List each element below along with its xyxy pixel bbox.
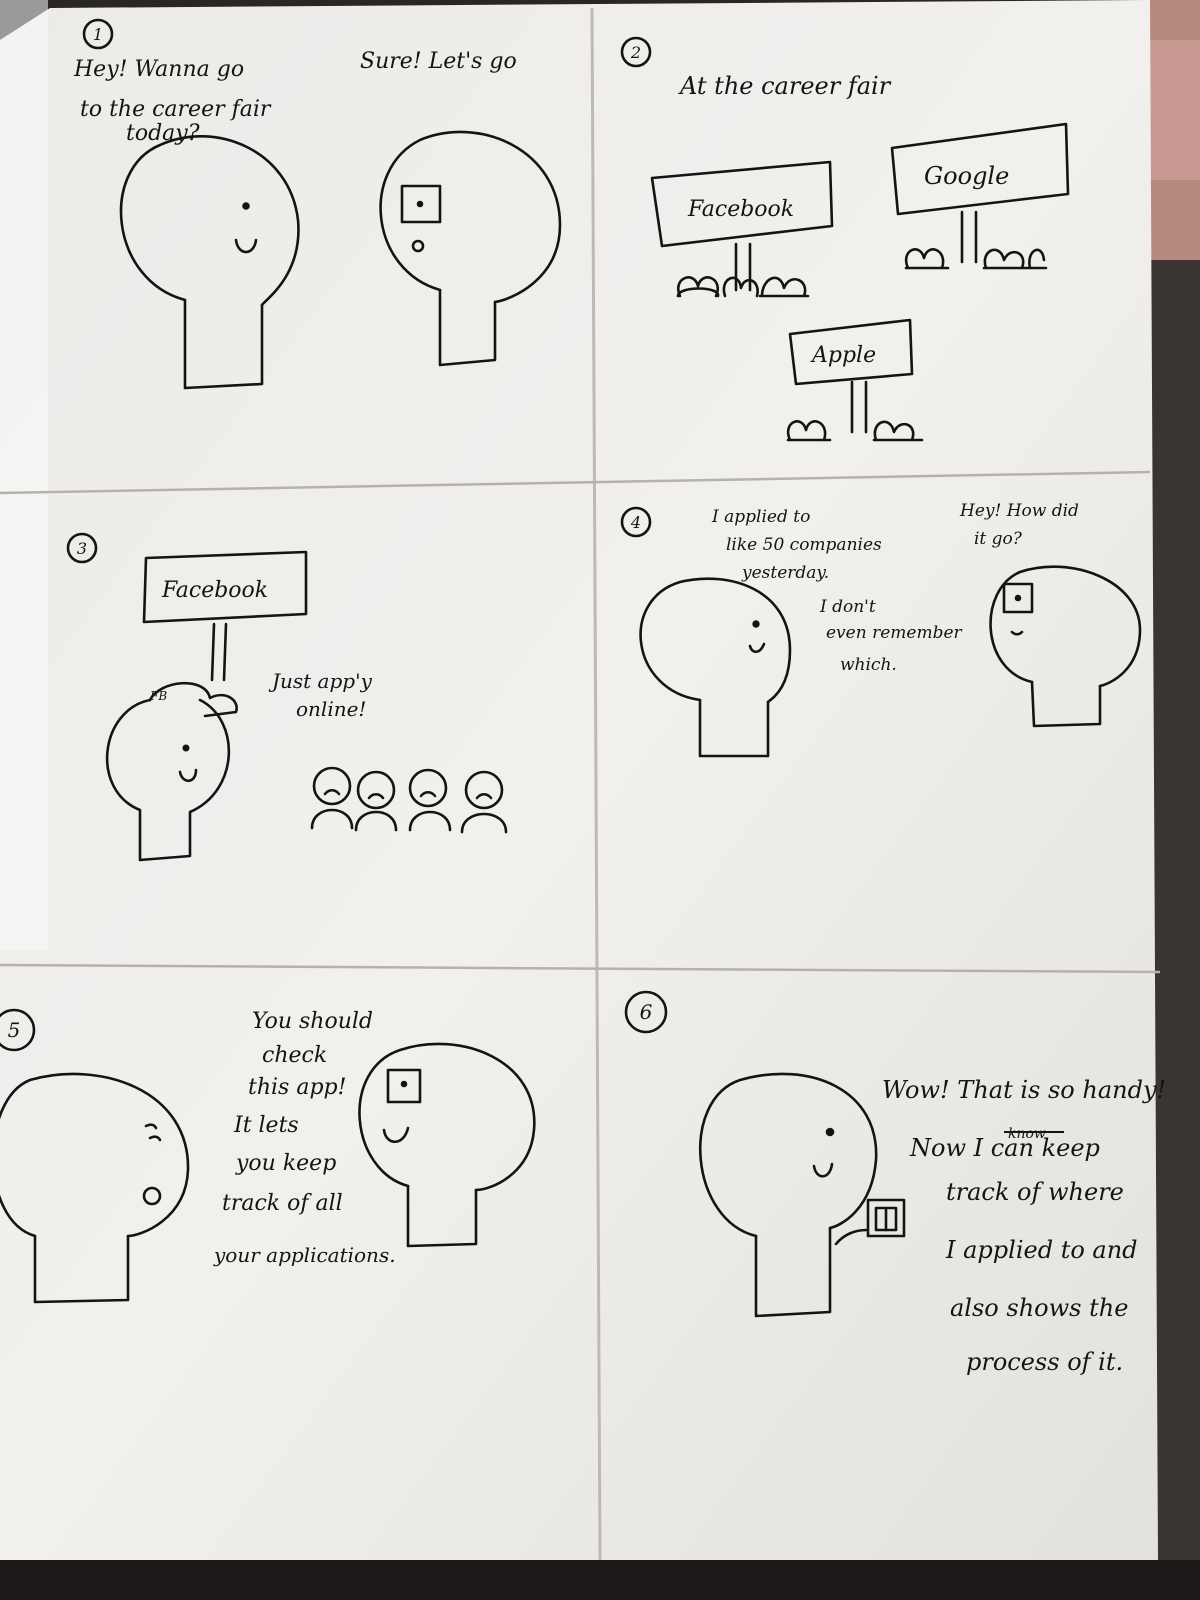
speech-line: track of all [222, 1191, 343, 1216]
panel-number: 2 [630, 43, 641, 62]
speech-line: which. [840, 655, 897, 675]
speech-line: you keep [235, 1151, 336, 1176]
speech-line: I applied to and [945, 1236, 1138, 1264]
speech-line: like 50 companies [726, 535, 882, 555]
dark-edge [1150, 260, 1200, 1600]
speech-line: Hey! How did [959, 501, 1079, 521]
panel-number: 1 [93, 25, 103, 44]
speech-line: to the career fair [80, 97, 272, 122]
speech-line: Now I can keep [909, 1134, 1100, 1162]
panel-number: 3 [77, 539, 87, 558]
booth-label: Facebook [161, 578, 268, 603]
speech-line: it go? [974, 529, 1023, 549]
speech-line: process of it. [966, 1348, 1123, 1376]
speech-line: It lets [233, 1113, 299, 1138]
speech-line: Wow! That is so handy! [882, 1076, 1166, 1104]
speech-line: this app! [248, 1075, 346, 1100]
speech-line: I don't [819, 597, 876, 617]
cap-label: FB [149, 689, 167, 703]
speech-line: online! [296, 697, 366, 721]
speech-line: Sure! Let's go [360, 49, 517, 74]
booth-label: Apple [810, 343, 876, 368]
bottom-shadow [0, 1560, 1200, 1600]
struck-word: know [1008, 1126, 1046, 1142]
speech-line: You should [252, 1009, 373, 1034]
speech-line: I applied to [711, 507, 810, 527]
booth-label: Google [924, 162, 1009, 190]
speech-line: Hey! Wanna go [73, 57, 244, 82]
panel-number: 5 [8, 1018, 21, 1042]
speech-line: today? [126, 121, 200, 146]
speech-line: check [262, 1043, 327, 1068]
paper-sheet [0, 0, 1158, 1560]
speech-line: yesterday. [741, 563, 829, 583]
speech-line: even remember [826, 623, 963, 643]
speech-line: your applications. [213, 1243, 396, 1267]
speech-line: track of where [946, 1178, 1124, 1206]
speech-line: also shows the [950, 1294, 1128, 1322]
booth-label: Facebook [687, 197, 794, 222]
panel-number: 6 [640, 1000, 653, 1024]
caption: At the career fair [678, 72, 892, 100]
paper-left-highlight [0, 0, 48, 950]
panel-number: 4 [630, 513, 641, 532]
pink-cloth-highlight [1150, 40, 1200, 180]
storyboard-photo: 1 2 3 4 5 6 Hey! Wanna go to the career … [0, 0, 1200, 1600]
speech-line: Just app'y [268, 669, 373, 693]
